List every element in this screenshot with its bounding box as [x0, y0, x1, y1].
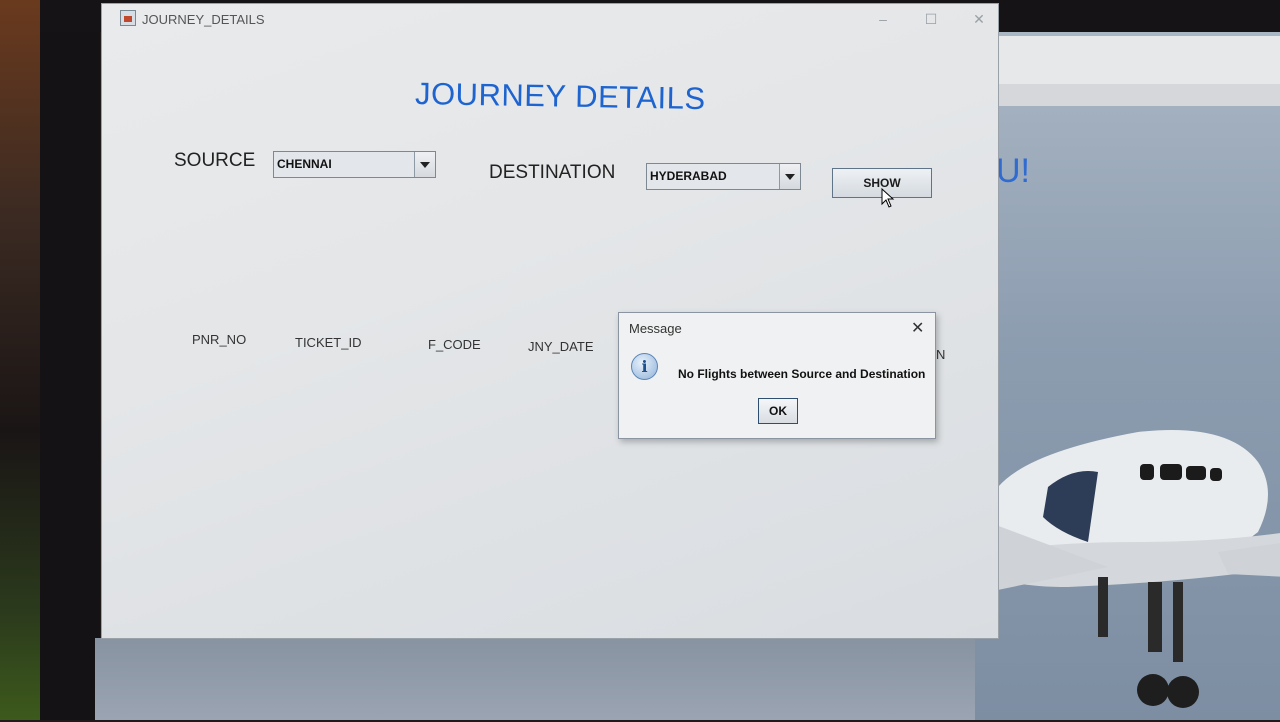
- dialog-message: No Flights between Source and Destinatio…: [678, 367, 926, 381]
- source-selected-value: CHENNAI: [277, 157, 332, 171]
- message-dialog: Message ✕ i No Flights between Source an…: [618, 312, 936, 439]
- background-window-text: U!: [996, 152, 1030, 190]
- mouse-pointer-icon: [881, 188, 895, 208]
- destination-label: DESTINATION: [489, 162, 616, 183]
- ok-button[interactable]: OK: [758, 398, 798, 424]
- column-header-ticket-id: TICKET_ID: [295, 335, 362, 350]
- close-icon[interactable]: ✕: [911, 321, 924, 337]
- source-label: SOURCE: [174, 150, 256, 171]
- chevron-down-icon[interactable]: [779, 164, 800, 189]
- chevron-down-icon[interactable]: [414, 152, 435, 177]
- destination-selected-value: HYDERABAD: [650, 169, 727, 183]
- page-title: JOURNEY DETAILS: [414, 76, 706, 117]
- java-app-icon: [120, 10, 136, 26]
- background-window: U!: [960, 32, 1280, 720]
- destination-combobox[interactable]: HYDERABAD: [646, 163, 801, 190]
- info-icon: i: [631, 353, 658, 380]
- source-combobox[interactable]: CHENNAI: [273, 151, 436, 178]
- window-title: JOURNEY_DETAILS: [142, 12, 265, 27]
- background-window-strip: [960, 84, 1280, 106]
- desktop-bottom-area: [95, 638, 975, 720]
- background-surface: [0, 0, 45, 720]
- minimize-button[interactable]: –: [872, 10, 894, 28]
- column-header-jny-date: JNY_DATE: [528, 339, 594, 354]
- dialog-title: Message: [629, 321, 682, 336]
- airplane-image: [988, 430, 1280, 708]
- monitor-bezel: [40, 0, 100, 720]
- column-header-partial: N: [936, 347, 946, 362]
- column-header-f-code: F_CODE: [428, 337, 481, 352]
- background-window-titlebar: [960, 36, 1280, 84]
- column-header-pnr-no: PNR_NO: [192, 332, 247, 347]
- maximize-button[interactable]: ☐: [920, 10, 942, 28]
- window-titlebar[interactable]: JOURNEY_DETAILS – ☐ ✕: [102, 4, 998, 34]
- close-window-button[interactable]: ✕: [968, 10, 990, 28]
